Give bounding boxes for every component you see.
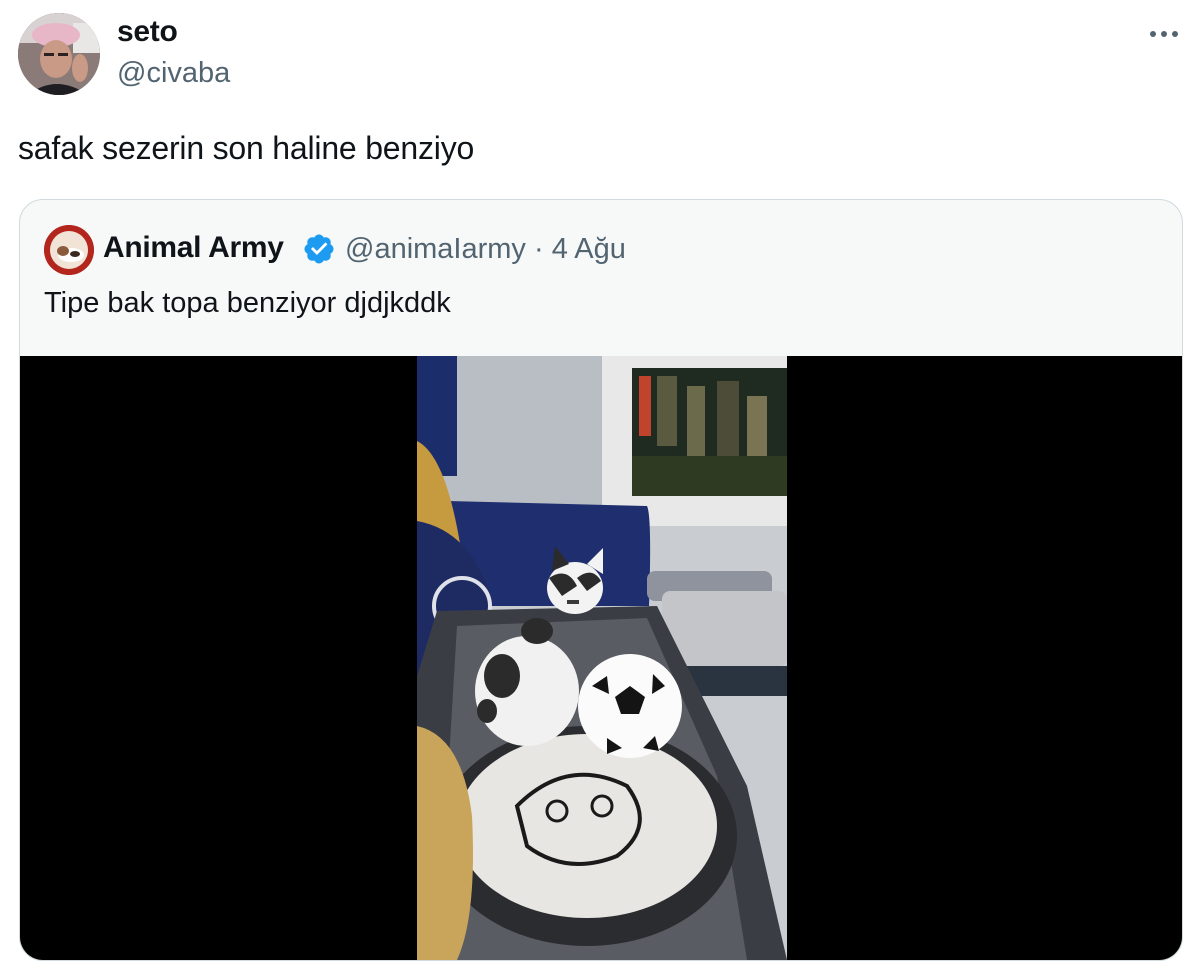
author-handle[interactable]: @civaba: [117, 57, 230, 90]
dot: [1161, 31, 1167, 37]
author-display-name[interactable]: seto: [117, 15, 178, 49]
more-options-icon[interactable]: [1144, 22, 1184, 46]
quoted-text: Tipe bak topa benziyor djdjkddk: [44, 287, 451, 319]
quoted-author-avatar[interactable]: [44, 225, 94, 275]
tweet-text: safak sezerin son haline benziyo: [18, 130, 475, 166]
quoted-avatar-photo: [44, 225, 94, 275]
avatar-photo: [18, 13, 100, 95]
quoted-tweet[interactable]: Animal Army @animaIarmy · 4 Ağu Tipe bak…: [19, 199, 1183, 961]
video-thumbnail: [417, 356, 787, 960]
quoted-handle-date: @animaIarmy · 4 Ağu: [345, 233, 626, 265]
dot: [1150, 31, 1156, 37]
tweet[interactable]: seto @civaba safak sezerin son haline be…: [0, 0, 1200, 961]
video-scene: [417, 356, 787, 960]
quoted-display-name[interactable]: Animal Army: [103, 231, 284, 265]
verified-badge-icon: [304, 234, 334, 264]
quoted-video[interactable]: [20, 356, 1182, 960]
dot: [1172, 31, 1178, 37]
author-avatar[interactable]: [18, 13, 100, 95]
